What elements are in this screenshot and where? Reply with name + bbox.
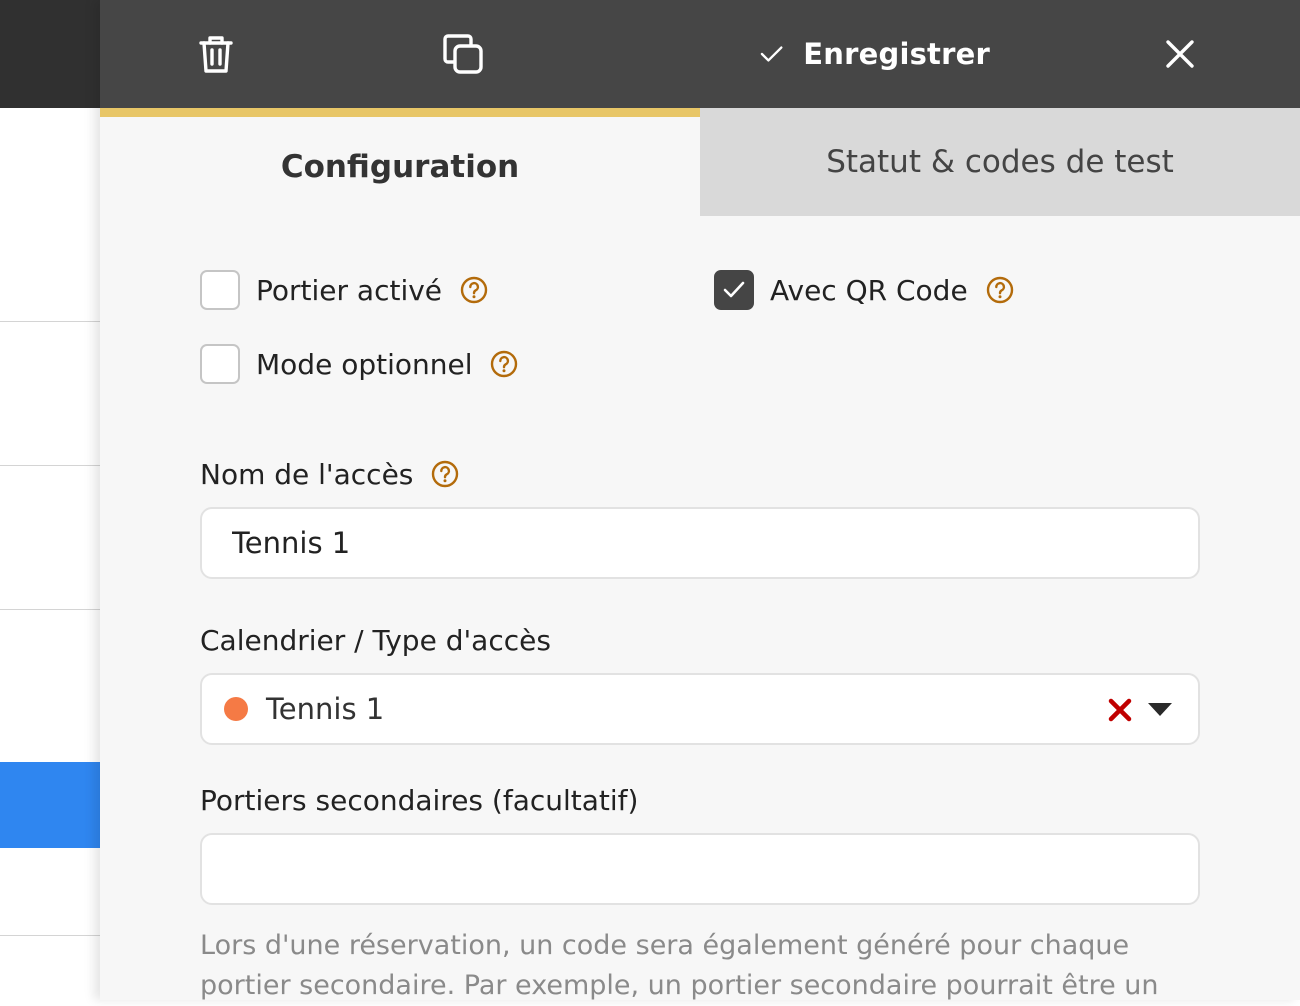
close-icon	[1166, 40, 1194, 68]
duplicate-button[interactable]	[436, 0, 490, 108]
portier-active-label: Portier activé	[256, 273, 443, 307]
access-name-field	[200, 507, 1200, 579]
list-divider	[0, 609, 100, 610]
access-name-label: Nom de l'accès	[200, 457, 414, 491]
qr-code-label: Avec QR Code	[770, 273, 968, 307]
background-list	[0, 0, 100, 1000]
secondary-doors-label: Portiers secondaires (facultatif)	[200, 783, 639, 817]
calendar-label-row: Calendrier / Type d'accès	[200, 622, 551, 658]
qr-code-checkbox[interactable]	[714, 270, 754, 310]
optional-mode-row: Mode optionnel	[200, 344, 518, 384]
calendar-color-dot	[224, 697, 248, 721]
save-label: Enregistrer	[803, 37, 990, 71]
tab-label: Statut & codes de test	[826, 144, 1174, 180]
background-header	[0, 0, 100, 108]
clear-selection-icon[interactable]	[1107, 697, 1133, 723]
list-divider	[0, 321, 100, 322]
list-divider	[0, 935, 100, 936]
copy-icon	[443, 34, 483, 74]
calendar-selected-value: Tennis 1	[266, 692, 385, 726]
list-divider	[0, 465, 100, 466]
tab-configuration[interactable]: Configuration	[100, 108, 700, 216]
tab-status-test-codes[interactable]: Statut & codes de test	[700, 108, 1300, 216]
secondary-doors-input[interactable]	[202, 835, 1198, 903]
portier-active-checkbox[interactable]	[200, 270, 240, 310]
help-icon[interactable]	[431, 460, 459, 488]
check-icon	[760, 46, 783, 62]
secondary-doors-help-text: Lors d'une réservation, un code sera éga…	[200, 930, 1159, 1001]
help-icon[interactable]	[986, 276, 1014, 304]
optional-mode-label: Mode optionnel	[256, 347, 473, 381]
selected-list-item[interactable]	[0, 762, 100, 848]
tab-label: Configuration	[280, 148, 520, 185]
access-name-input[interactable]	[202, 509, 1198, 577]
secondary-doors-field	[200, 833, 1200, 905]
secondary-doors-label-row: Portiers secondaires (facultatif)	[200, 782, 638, 818]
portier-active-row: Portier activé	[200, 270, 488, 310]
calendar-select[interactable]: Tennis 1	[200, 673, 1200, 745]
trash-icon	[199, 36, 233, 73]
optional-mode-checkbox[interactable]	[200, 344, 240, 384]
panel-toolbar: Enregistrer	[100, 0, 1300, 108]
edit-access-panel: Enregistrer Configuration Statut & codes…	[100, 0, 1300, 1001]
calendar-label: Calendrier / Type d'accès	[200, 623, 551, 657]
access-name-label-row: Nom de l'accès	[200, 456, 459, 492]
save-button[interactable]: Enregistrer	[760, 0, 990, 108]
close-button[interactable]	[1158, 0, 1202, 108]
checkmark-icon	[723, 281, 745, 298]
help-icon[interactable]	[490, 350, 518, 378]
delete-button[interactable]	[190, 0, 242, 108]
help-icon[interactable]	[460, 276, 488, 304]
chevron-down-icon[interactable]	[1146, 699, 1174, 719]
qr-code-row: Avec QR Code	[714, 270, 1014, 310]
